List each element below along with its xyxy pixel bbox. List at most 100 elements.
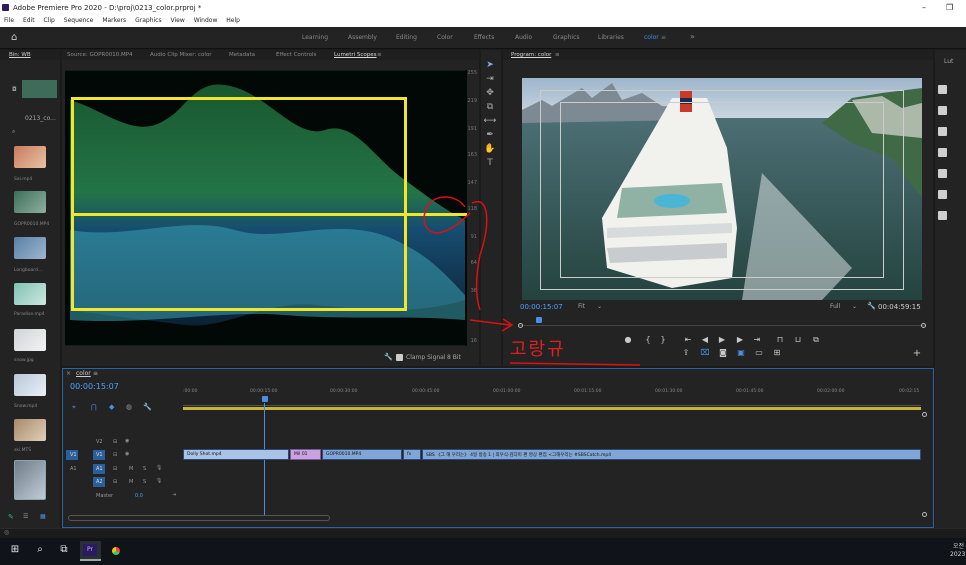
panel-menu-icon[interactable]: ≡: [377, 52, 382, 58]
workspace-audio[interactable]: Audio: [515, 34, 532, 41]
tab-audio-clip-mixer[interactable]: Audio Clip Mixer: color: [150, 52, 212, 58]
lut-checkbox[interactable]: [938, 169, 947, 178]
work-area-bar[interactable]: [183, 407, 921, 410]
selection-tool-icon[interactable]: ➤: [483, 60, 497, 72]
workspace-libraries[interactable]: Libraries: [598, 34, 624, 41]
tab-lumetri-scopes[interactable]: Lumetri Scopes: [334, 52, 377, 58]
maximize-button[interactable]: ❐: [946, 3, 953, 12]
camera-icon[interactable]: ◙: [718, 348, 728, 357]
search-icon[interactable]: ⌕: [30, 540, 50, 560]
multicam-icon[interactable]: ⊞: [772, 348, 782, 357]
media-thumbnail[interactable]: [14, 419, 46, 441]
home-icon[interactable]: ⌂: [11, 32, 17, 43]
mute-button[interactable]: M: [129, 466, 133, 472]
tab-effect-controls[interactable]: Effect Controls: [276, 52, 316, 58]
extract-icon[interactable]: ⌧: [700, 348, 710, 357]
pen-tool-icon[interactable]: ✒: [483, 130, 497, 142]
workspace-editing[interactable]: Editing: [396, 34, 417, 41]
lut-checkbox[interactable]: [938, 190, 947, 199]
lut-checkbox[interactable]: [938, 211, 947, 220]
safe-margins-icon[interactable]: ▣: [736, 348, 746, 357]
menu-graphics[interactable]: Graphics: [135, 17, 162, 24]
wrench-icon[interactable]: 🔧: [143, 403, 152, 411]
workspace-color[interactable]: Color: [437, 34, 453, 41]
media-thumbnail[interactable]: [14, 283, 46, 305]
eye-icon[interactable]: ◉: [125, 438, 129, 444]
add-button[interactable]: +: [912, 348, 922, 359]
media-thumbnail[interactable]: [14, 374, 46, 396]
track-scroll-handle[interactable]: [922, 412, 927, 417]
media-thumbnail[interactable]: [14, 329, 46, 351]
icon-view-icon[interactable]: ▦: [40, 513, 46, 520]
tab-metadata[interactable]: Metadata: [229, 52, 255, 58]
insert-icon[interactable]: ⊓: [775, 335, 785, 344]
play-icon[interactable]: ▶: [717, 335, 727, 344]
lift-icon[interactable]: ⇪: [681, 348, 691, 357]
workspace-effects[interactable]: Effects: [474, 34, 494, 41]
media-thumbnail[interactable]: [14, 191, 46, 213]
go-to-out-icon[interactable]: ⇥: [752, 335, 762, 344]
mute-button[interactable]: M: [129, 479, 133, 485]
timeline-timecode[interactable]: 00:00:15:07: [70, 382, 119, 391]
tab-source[interactable]: Source: GOPR0010.MP4: [67, 52, 133, 58]
lut-tab[interactable]: Lut: [944, 58, 953, 65]
mark-out-icon[interactable]: }: [658, 335, 668, 344]
lut-checkbox[interactable]: [938, 148, 947, 157]
track-select-icon[interactable]: ⇥: [483, 74, 497, 86]
menu-clip[interactable]: Clip: [44, 17, 55, 24]
menu-file[interactable]: File: [4, 17, 14, 24]
workspace-graphics[interactable]: Graphics: [553, 34, 580, 41]
export-frame-icon[interactable]: ⧉: [811, 335, 821, 345]
step-back-icon[interactable]: ◀: [700, 335, 710, 344]
zoom-scroll-end-handle[interactable]: [921, 323, 926, 328]
linked-selection-icon[interactable]: ⋂: [91, 403, 97, 411]
go-to-in-icon[interactable]: ⇤: [683, 335, 693, 344]
master-go-to-end-icon[interactable]: ⇥: [172, 492, 176, 498]
add-marker-icon[interactable]: ◆: [109, 403, 114, 411]
project-bin-tab[interactable]: Bin: WB: [9, 52, 31, 58]
master-volume-value[interactable]: 0.0: [135, 493, 143, 499]
menu-window[interactable]: Window: [194, 17, 218, 24]
list-view-icon[interactable]: ☰: [23, 513, 28, 520]
menu-help[interactable]: Help: [226, 17, 240, 24]
close-icon[interactable]: ×: [66, 370, 71, 377]
panel-menu-icon[interactable]: ≡: [93, 370, 98, 377]
workspace-color-custom[interactable]: color: [644, 34, 659, 41]
lut-checkbox[interactable]: [938, 127, 947, 136]
media-thumbnail[interactable]: [14, 146, 46, 168]
media-thumbnail[interactable]: [14, 237, 46, 259]
panel-menu-icon[interactable]: ≡: [555, 52, 560, 58]
solo-button[interactable]: S: [143, 479, 146, 485]
type-tool-icon[interactable]: T: [483, 158, 497, 170]
windows-start-icon[interactable]: ⊞: [5, 540, 25, 560]
timeline-clip[interactable]: fx: [403, 449, 421, 460]
workspace-overflow-button[interactable]: »: [690, 32, 695, 41]
lut-checkbox[interactable]: [938, 106, 947, 115]
menu-markers[interactable]: Markers: [102, 17, 126, 24]
sync-lock-icon[interactable]: ⊟: [113, 466, 117, 472]
source-patch-a1[interactable]: A1: [70, 466, 77, 472]
taskbar-premiere-button[interactable]: Pr: [80, 541, 101, 561]
microphone-icon[interactable]: 🎙: [156, 478, 162, 484]
sync-lock-icon[interactable]: ⊟: [113, 452, 117, 458]
menu-edit[interactable]: Edit: [23, 17, 35, 24]
timeline-clip[interactable]: Dolly Shot.mp4: [183, 449, 289, 460]
sync-lock-icon[interactable]: ⊟: [113, 479, 117, 485]
sync-lock-icon[interactable]: ⊟: [113, 439, 117, 445]
workspace-learning[interactable]: Learning: [302, 34, 328, 41]
snap-icon[interactable]: ⌖: [72, 403, 76, 412]
ripple-edit-icon[interactable]: ✥: [483, 88, 497, 100]
task-view-icon[interactable]: ⧉: [54, 540, 74, 560]
media-thumbnail[interactable]: [14, 460, 46, 500]
lut-checkbox[interactable]: [938, 85, 947, 94]
razor-icon[interactable]: ⧉: [483, 102, 497, 114]
timeline-ruler[interactable]: [183, 397, 921, 406]
timeline-clip[interactable]: SBS 《그 해 우리는》 4일 방송 1 | 최우식·김다미 편 영상 편집 …: [422, 449, 921, 460]
chevron-down-icon[interactable]: ⌄: [852, 303, 857, 310]
workspace-assembly[interactable]: Assembly: [348, 34, 377, 41]
comparison-view-icon[interactable]: ▭: [754, 348, 764, 357]
menu-view[interactable]: View: [171, 17, 185, 24]
timeline-clip[interactable]: GOPR0010.MP4: [322, 449, 402, 460]
program-tab[interactable]: Program: color: [511, 52, 551, 58]
track-scroll-handle[interactable]: [922, 512, 927, 517]
